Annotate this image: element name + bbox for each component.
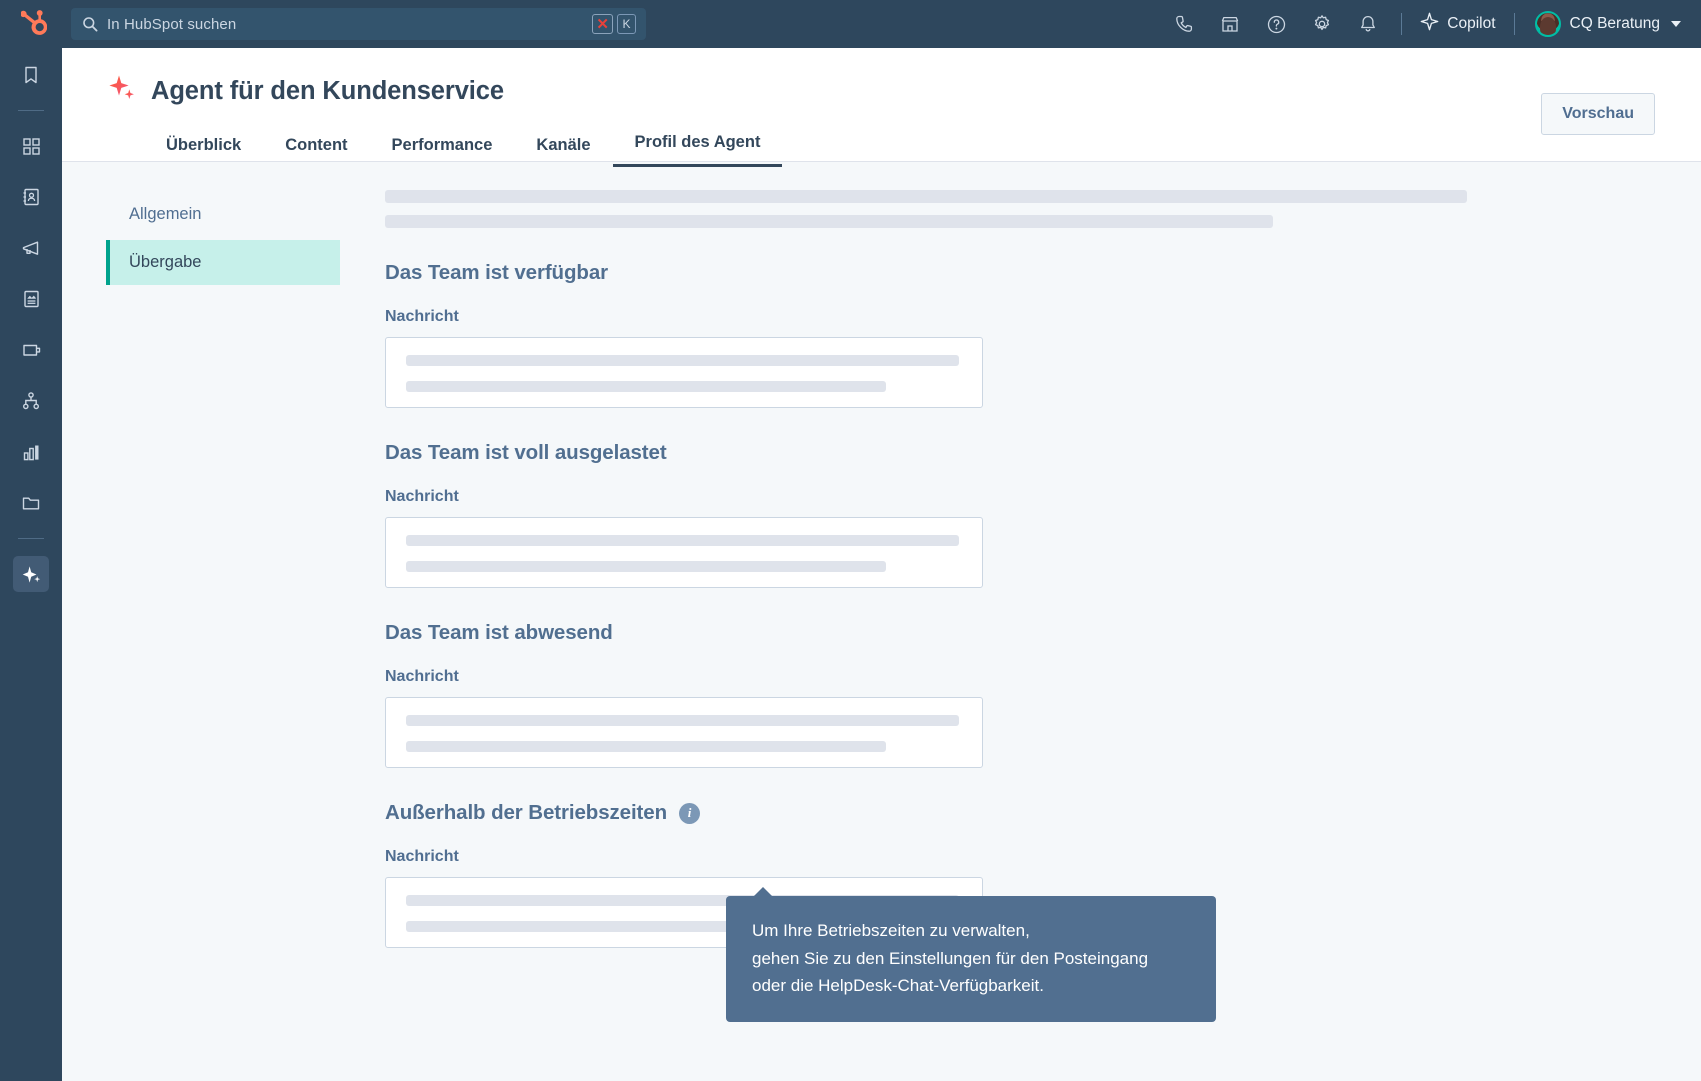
content-icon[interactable] [13, 281, 49, 317]
rail-divider-top [18, 110, 44, 111]
section-heading: Das Team ist verfügbar [385, 261, 608, 284]
phone-icon[interactable] [1161, 0, 1207, 48]
skeleton-bar [385, 215, 1273, 228]
body-area: Allgemein Übergabe Das Team ist verfügba… [62, 162, 1701, 948]
tooltip-line-2: gehen Sie zu den Einstellungen für den P… [752, 948, 1149, 968]
section-heading: Das Team ist abwesend [385, 621, 613, 644]
shortcut-key-badge: K [617, 14, 636, 34]
left-icon-rail [0, 48, 62, 1081]
settings-content: Das Team ist verfügbar Nachricht Das Tea… [340, 162, 1701, 948]
tooltip-line-1: Um Ihre Betriebszeiten zu verwalten, [752, 921, 1030, 940]
avatar [1534, 11, 1561, 37]
field-label-nachricht: Nachricht [385, 488, 459, 505]
skeleton-bar [406, 355, 959, 366]
field-label-nachricht: Nachricht [385, 848, 459, 865]
divider [1401, 13, 1403, 35]
section-heading: Außerhalb der Betriebszeiten [385, 801, 667, 824]
help-icon[interactable] [1253, 0, 1299, 48]
breeze-sparkle-icon [106, 72, 139, 110]
top-bar-actions: Copilot CQ Beratung [1161, 0, 1701, 48]
preview-button[interactable]: Vorschau [1541, 93, 1655, 135]
page-header: Agent für den Kundenservice Überblick Co… [62, 48, 1701, 167]
account-menu[interactable]: CQ Beratung [1525, 0, 1687, 48]
contacts-icon[interactable] [13, 179, 49, 215]
skeleton-bar [406, 741, 886, 752]
tab-content[interactable]: Content [263, 136, 369, 167]
tab-performance[interactable]: Performance [370, 136, 515, 167]
business-hours-tooltip: Um Ihre Betriebszeiten zu verwalten, geh… [726, 887, 1216, 1022]
wallet-icon[interactable] [13, 332, 49, 368]
section-team-at-capacity: Das Team ist voll ausgelastet Nachricht [385, 441, 1701, 588]
section-heading: Das Team ist voll ausgelastet [385, 441, 667, 464]
message-input-at-capacity[interactable] [385, 517, 983, 588]
copilot-label: Copilot [1447, 15, 1496, 32]
apps-grid-icon[interactable] [13, 128, 49, 164]
tab-kanaele[interactable]: Kanäle [514, 136, 612, 167]
search-icon [82, 16, 98, 32]
section-team-away: Das Team ist abwesend Nachricht [385, 621, 1701, 768]
bell-icon[interactable] [1345, 0, 1391, 48]
copilot-button[interactable]: Copilot [1412, 0, 1503, 48]
field-label-nachricht: Nachricht [385, 668, 459, 685]
divider [1513, 13, 1515, 35]
tab-uberblick[interactable]: Überblick [144, 136, 263, 167]
subnav-item-allgemein[interactable]: Allgemein [106, 192, 340, 237]
top-navigation-bar: In HubSpot suchen ✕ K Copilot CQ Beratun… [0, 0, 1701, 48]
section-heading-wrapper: Außerhalb der Betriebszeiten i [385, 801, 1701, 825]
skeleton-bar [406, 535, 959, 546]
page-tabs: Überblick Content Performance Kanäle Pro… [62, 121, 1701, 167]
subnav-item-uebergabe[interactable]: Übergabe [106, 240, 340, 285]
info-icon[interactable]: i [679, 802, 700, 824]
ai-sparkle-icon[interactable] [13, 556, 49, 592]
loading-skeleton-intro [385, 190, 1701, 228]
hubspot-logo-icon[interactable] [0, 0, 68, 48]
library-folder-icon[interactable] [13, 485, 49, 521]
bookmark-icon[interactable] [13, 57, 49, 93]
account-name: CQ Beratung [1569, 15, 1660, 32]
sparkle-icon [1420, 12, 1439, 36]
tab-profil-des-agent[interactable]: Profil des Agent [612, 133, 783, 167]
reporting-icon[interactable] [13, 434, 49, 470]
tooltip-line-3: oder die HelpDesk-Chat-Verfügbarkeit. [752, 976, 1044, 996]
page-title: Agent für den Kundenservice [151, 76, 504, 105]
chevron-down-icon [1671, 21, 1681, 27]
message-input-available[interactable] [385, 337, 983, 408]
marketplace-icon[interactable] [1207, 0, 1253, 48]
section-team-available: Das Team ist verfügbar Nachricht [385, 261, 1701, 408]
field-label-nachricht: Nachricht [385, 308, 459, 325]
shortcut-modifier-badge: ✕ [592, 14, 613, 34]
search-shortcut-badges: ✕ K [592, 14, 636, 34]
search-placeholder: In HubSpot suchen [107, 15, 237, 33]
message-input-away[interactable] [385, 697, 983, 768]
settings-subnav: Allgemein Übergabe [62, 162, 340, 948]
automation-icon[interactable] [13, 383, 49, 419]
rail-divider-bottom [18, 538, 44, 539]
megaphone-icon[interactable] [13, 230, 49, 266]
skeleton-bar [406, 381, 886, 392]
title-row: Agent für den Kundenservice [62, 48, 1701, 110]
skeleton-bar [406, 561, 886, 572]
skeleton-bar [385, 190, 1467, 203]
search-input[interactable]: In HubSpot suchen ✕ K [71, 8, 646, 40]
skeleton-bar [406, 715, 959, 726]
gear-icon[interactable] [1299, 0, 1345, 48]
